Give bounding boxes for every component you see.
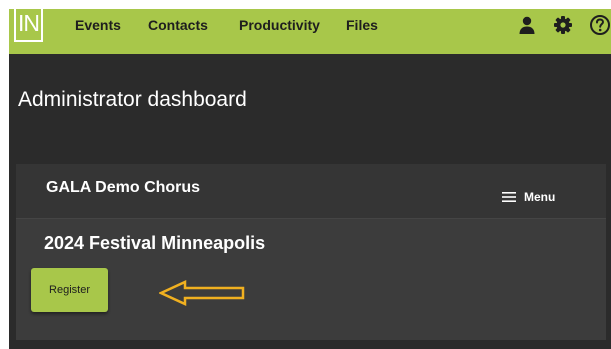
help-icon[interactable] [589,14,611,36]
menu-label: Menu [524,190,556,204]
event-title: 2024 Festival Minneapolis [44,233,266,253]
menu-button[interactable]: Menu [502,187,555,207]
app-logo[interactable]: IN [14,9,43,42]
event-card: GALA Demo Chorus Menu 2024 Festival Minn… [16,164,606,340]
app-window: IN Events Contacts Productivity Files Ad… [9,9,611,349]
hamburger-icon [502,192,516,202]
nav-productivity[interactable]: Productivity [239,17,320,33]
page-title: Administrator dashboard [18,88,247,111]
left-arrow-icon [159,280,245,306]
organization-name: GALA Demo Chorus [46,179,201,196]
card-header: GALA Demo Chorus Menu [16,164,606,219]
top-navigation-bar: IN Events Contacts Productivity Files [9,9,611,54]
user-icon[interactable] [518,14,536,36]
nav-events[interactable]: Events [75,17,121,33]
nav-files[interactable]: Files [346,17,378,33]
nav-contacts[interactable]: Contacts [148,17,208,33]
register-button[interactable]: Register [31,268,108,312]
gear-icon[interactable] [553,14,573,36]
